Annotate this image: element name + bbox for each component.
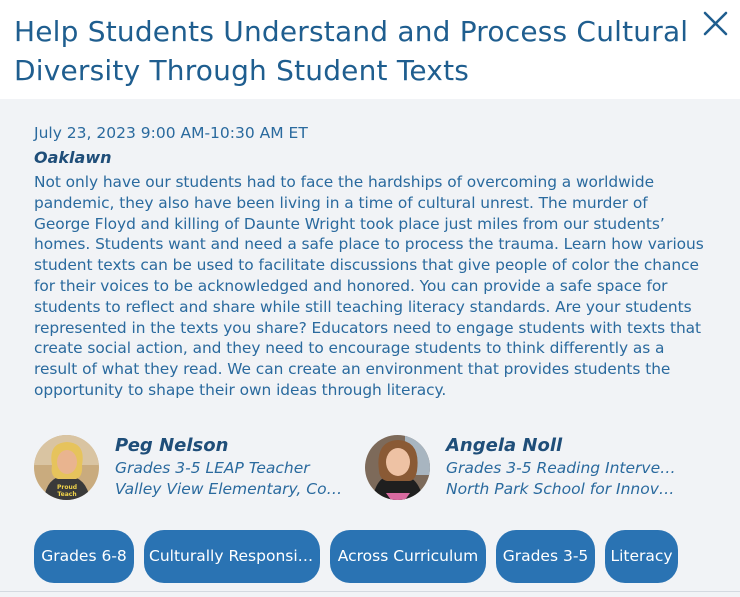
speaker-organization: Valley View Elementary, Columbia Heights [115,480,345,498]
svg-text:Teach: Teach [57,491,76,498]
avatar [365,435,430,500]
speaker-card: Proud Teach Peg Nelson Grades 3-5 LEAP T… [34,434,354,504]
speaker-role: Grades 3-5 LEAP Teacher [115,459,310,477]
tag-culturally-responsive[interactable]: Culturally Responsive Teaching [144,530,320,583]
tag-literacy[interactable]: Literacy [605,530,678,583]
event-date: July 23, 2023 9:00 AM-10:30 AM ET [34,124,308,142]
tag-list: Grades 6-8 Culturally Responsive Teachin… [34,530,740,583]
speaker-name: Peg Nelson [115,435,229,456]
speaker-name: Angela Noll [446,435,563,456]
tag-grades-3-5[interactable]: Grades 3-5 [496,530,595,583]
event-location: Oaklawn [34,148,112,167]
tag-across-curriculum[interactable]: Across Curriculum [330,530,486,583]
avatar: Proud Teach [34,435,99,500]
speakers-list: Proud Teach Peg Nelson Grades 3-5 LEAP T… [34,434,714,504]
modal-header: Help Students Understand and Process Cul… [0,0,740,99]
close-icon [703,11,728,36]
event-description: Not only have our students had to face t… [34,173,704,399]
modal-title: Help Students Understand and Process Cul… [14,15,689,87]
svg-text:Proud: Proud [57,484,77,491]
tag-grades-6-8[interactable]: Grades 6-8 [34,530,134,583]
speaker-role: Grades 3-5 Reading Interventionist [446,459,676,477]
speaker-card: Angela Noll Grades 3-5 Reading Intervent… [365,434,695,504]
event-details: July 23, 2023 9:00 AM-10:30 AM ET Oaklaw… [34,122,704,401]
speaker-organization: North Park School for Innovation [446,480,676,498]
divider [0,591,740,592]
close-button[interactable] [700,8,732,40]
